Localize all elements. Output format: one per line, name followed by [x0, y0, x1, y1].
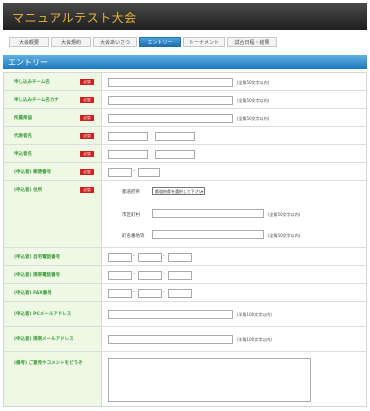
rep-mei-input[interactable] [155, 132, 195, 141]
chevron-down-icon: ▾ [200, 189, 203, 194]
required-badge: 必須 [80, 169, 94, 175]
applicant-label: 申込者名 [14, 152, 32, 157]
applicant-sei-input[interactable] [108, 150, 148, 159]
rep-name-label: 代表者名 [14, 134, 32, 139]
team-kana-input[interactable] [108, 96, 233, 105]
home-phone-input-2[interactable] [138, 253, 162, 262]
comment-label: (備考) ご意見やコメントをどうぞ [14, 361, 83, 366]
required-badge: 必須 [80, 79, 94, 85]
rep-sei-input[interactable] [108, 132, 148, 141]
nav-tabs: 大会概要 大会規約 大会あいさつ エントリー トーナメント 試合日程・結果 [3, 37, 367, 48]
row-team-kana: 申し込みチーム名カナ 必須 (全角50文字以内) [4, 91, 366, 109]
fax-input-1[interactable] [108, 289, 132, 298]
fax-dash: - [163, 289, 165, 295]
mobile-email-label: (申込者) 携帯メールアドレス [14, 337, 74, 342]
fax-input-3[interactable] [168, 289, 192, 298]
street-label: 町名番地等 [122, 234, 145, 239]
app-title: マニュアルテスト大会 [12, 11, 137, 25]
tab-entry[interactable]: エントリー [139, 37, 181, 47]
affiliation-input[interactable] [108, 114, 233, 123]
row-home-phone: (申込者) 自宅電話番号 - - [4, 248, 366, 266]
tab-rules[interactable]: 大会規約 [51, 37, 91, 47]
city-input[interactable] [152, 209, 264, 218]
pref-label: 都道府県 [122, 190, 140, 195]
required-badge: 必須 [80, 97, 94, 103]
address-label: (申込者) 住所 [14, 188, 43, 193]
mobile-email-note: (半角100文字以内) [237, 337, 272, 342]
city-label: 市区町村 [122, 213, 140, 218]
pc-email-input[interactable] [108, 310, 233, 319]
required-badge: 必須 [80, 187, 94, 193]
affiliation-label: 所属県協 [14, 116, 32, 121]
tab-tournament[interactable]: トーナメント [183, 37, 225, 47]
home-phone-input-3[interactable] [168, 253, 192, 262]
street-input[interactable] [152, 230, 264, 239]
home-phone-label: (申込者) 自宅電話番号 [14, 255, 61, 260]
team-name-note: (全角50文字以内) [237, 80, 270, 85]
team-kana-label: 申し込みチーム名カナ [14, 98, 59, 103]
row-mobile-email: (申込者) 携帯メールアドレス (半角100文字以内) [4, 327, 366, 352]
row-comment: (備考) ご意見やコメントをどうぞ [4, 352, 366, 406]
pref-select[interactable]: 都道府県を選択して下さい ▾ [152, 187, 205, 195]
row-representative: 代表者名 必須 姓 名 [4, 127, 366, 145]
row-address: (申込者) 住所 必須 都道府県 都道府県を選択して下さい ▾ 市区町村 (全角… [4, 181, 366, 248]
mobile-phone-input-3[interactable] [168, 271, 192, 280]
phone-dash: - [163, 271, 165, 277]
row-team-name: 申し込みチーム名 必須 (全角50文字以内) [4, 73, 366, 91]
row-zip: (申込者) 郵便番号 必須 - [4, 163, 366, 181]
team-name-label: 申し込みチーム名 [14, 80, 50, 85]
affiliation-note: (全角50文字以内) [237, 116, 270, 121]
required-badge: 必須 [80, 133, 94, 139]
section-header: エントリー [3, 55, 367, 69]
team-name-input[interactable] [108, 78, 233, 87]
zip-dash: - [133, 168, 135, 174]
tab-greeting[interactable]: 大会あいさつ [93, 37, 137, 47]
mobile-email-input[interactable] [108, 335, 233, 344]
city-note: (全角50文字以内) [268, 212, 301, 217]
tab-schedule-results[interactable]: 試合日程・結果 [227, 37, 277, 47]
zip-label: (申込者) 郵便番号 [14, 170, 52, 175]
tab-overview[interactable]: 大会概要 [9, 37, 49, 47]
phone-dash: - [163, 253, 165, 259]
home-phone-input-1[interactable] [108, 253, 132, 262]
app-header: マニュアルテスト大会 [3, 3, 367, 30]
mobile-phone-input-1[interactable] [108, 271, 132, 280]
fax-input-2[interactable] [138, 289, 162, 298]
row-fax: (申込者) FAX番号 - - [4, 284, 366, 302]
zip-input-1[interactable] [108, 168, 132, 177]
mobile-phone-input-2[interactable] [138, 271, 162, 280]
row-applicant: 申込者名 必須 姓 名 [4, 145, 366, 163]
phone-dash: - [133, 271, 135, 277]
zip-input-2[interactable] [138, 168, 160, 177]
team-kana-note: (全角50文字以内) [237, 98, 270, 103]
pc-email-label: (申込者) PCメールアドレス [14, 312, 72, 317]
pref-select-value: 都道府県を選択して下さい [155, 189, 203, 194]
fax-dash: - [133, 289, 135, 295]
row-mobile-phone: (申込者) 携帯電話番号 - - [4, 266, 366, 284]
comment-textarea[interactable] [108, 358, 311, 402]
row-pc-email: (申込者) PCメールアドレス (半角100文字以内) [4, 302, 366, 327]
mobile-phone-label: (申込者) 携帯電話番号 [14, 273, 61, 278]
section-title: エントリー [8, 58, 48, 67]
entry-form: 申し込みチーム名 必須 (全角50文字以内) 申し込みチーム名カナ 必須 (全角… [3, 72, 367, 407]
phone-dash: - [133, 253, 135, 259]
applicant-mei-input[interactable] [155, 150, 195, 159]
required-badge: 必須 [80, 151, 94, 157]
pc-email-note: (半角100文字以内) [237, 312, 272, 317]
street-note: (全角50文字以内) [268, 233, 301, 238]
fax-label: (申込者) FAX番号 [14, 291, 52, 296]
required-badge: 必須 [80, 115, 94, 121]
row-affiliation: 所属県協 必須 (全角50文字以内) [4, 109, 366, 127]
